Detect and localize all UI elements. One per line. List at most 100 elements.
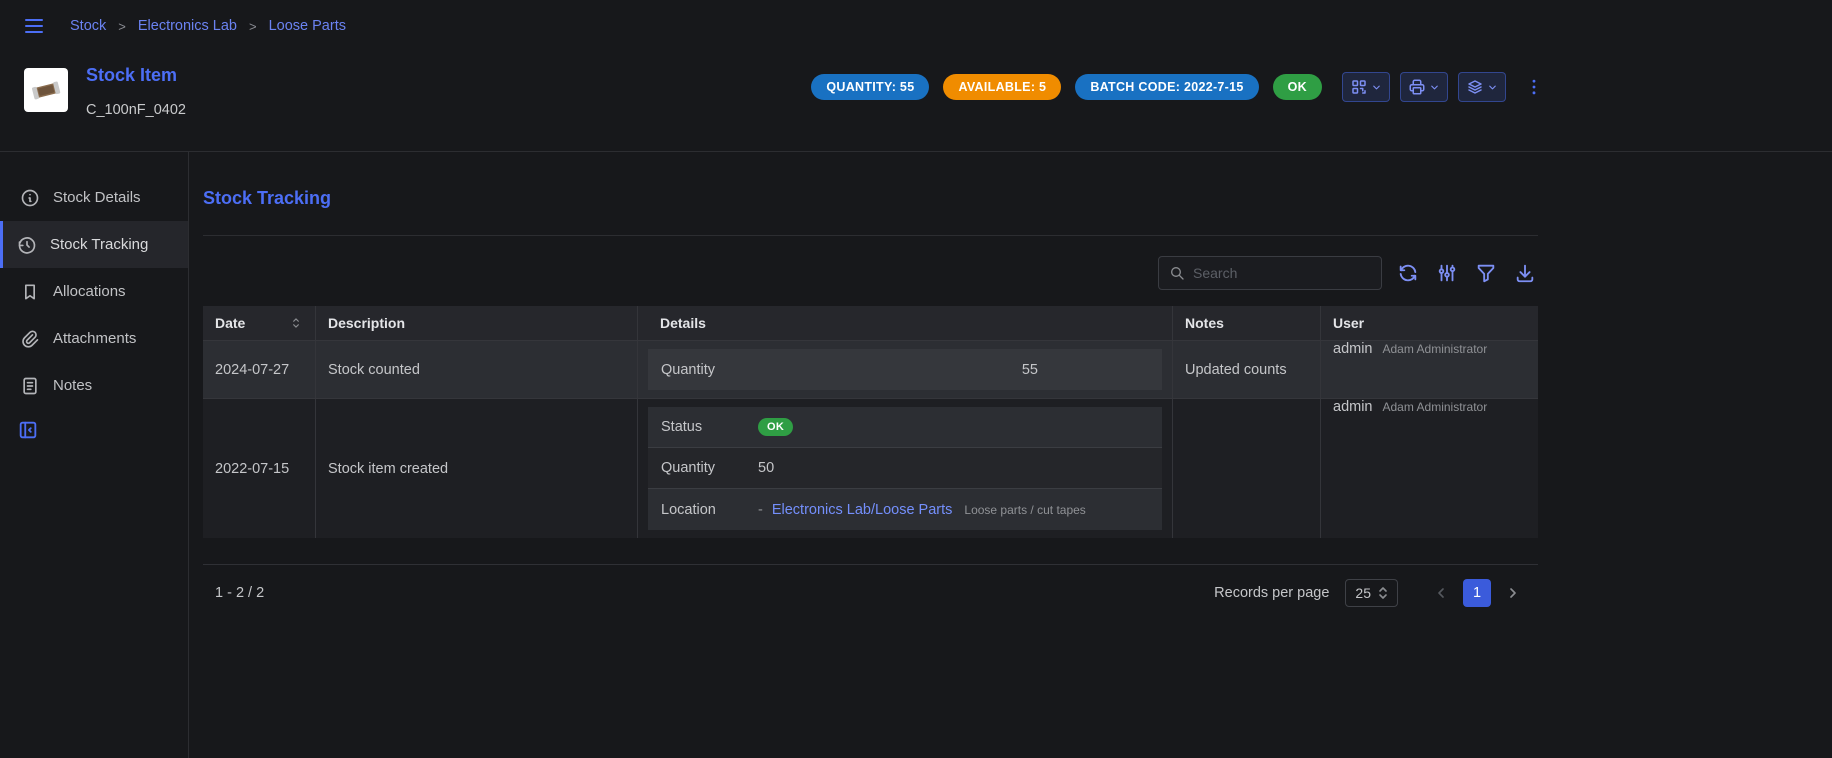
detail-label: Quantity [661,362,758,378]
location-note: Loose parts / cut tapes [964,503,1085,517]
top-bar: Stock > Electronics Lab > Loose Parts [0,0,1832,52]
breadcrumb-electronics-lab[interactable]: Electronics Lab [138,18,237,34]
user-full-name: Adam Administrator [1383,342,1488,356]
adjustments-icon[interactable] [1434,260,1460,286]
stock-actions-icon [1466,78,1484,96]
stock-actions-button[interactable] [1458,72,1506,102]
detail-row-quantity: Quantity 55 [648,349,1162,390]
breadcrumb-separator: > [118,19,126,34]
cell-date: 2022-07-15 [203,399,316,538]
printer-icon [1408,78,1426,96]
table-header-row: Date Description Details Notes User [203,306,1538,340]
sidebar-item-notes[interactable]: Notes [0,362,188,409]
cell-user: admin Adam Administrator [1321,341,1538,398]
col-header-date[interactable]: Date [203,306,316,340]
breadcrumb: Stock > Electronics Lab > Loose Parts [70,18,346,34]
cell-details: Status OK Quantity 50 Location - Electro… [638,399,1173,538]
sidebar-item-allocations[interactable]: Allocations [0,268,188,315]
capacitor-image [27,71,65,109]
breadcrumb-stock[interactable]: Stock [70,18,106,34]
col-header-user: User [1321,306,1538,340]
col-header-description: Description [316,306,638,340]
history-icon [17,235,37,255]
dash: - [758,502,763,518]
sidebar-item-label: Allocations [53,283,126,300]
panel-title: Stock Tracking [203,188,1538,209]
ok-status-badge: OK [758,418,793,436]
next-page-icon[interactable] [1500,580,1526,606]
header-actions [1342,72,1544,102]
prev-page-icon[interactable] [1428,580,1454,606]
sidebar-item-label: Notes [53,377,92,394]
sidebar-item-attachments[interactable]: Attachments [0,315,188,362]
chevron-down-icon [1429,82,1440,93]
col-header-details: Details [638,306,1173,340]
records-per-page-value: 25 [1355,585,1371,601]
cell-details: Quantity 55 [638,341,1173,398]
info-circle-icon [20,188,40,208]
notes-icon [20,376,40,396]
search-input[interactable] [1193,265,1374,281]
sidebar-item-stock-details[interactable]: Stock Details [0,174,188,221]
cell-date: 2024-07-27 [203,341,316,398]
paperclip-icon [20,329,40,349]
table-toolbar [203,256,1538,290]
page-subtitle: C_100nF_0402 [86,102,186,118]
page-header: Stock Item C_100nF_0402 QUANTITY: 55 AVA… [0,52,1832,152]
cell-user: admin Adam Administrator [1321,399,1538,538]
pagination: 1 [1428,579,1526,607]
sidebar-item-label: Stock Tracking [50,236,148,253]
chevron-down-icon [1371,82,1382,93]
user-full-name: Adam Administrator [1383,400,1488,414]
qrcode-icon [1350,78,1368,96]
refresh-icon[interactable] [1395,260,1421,286]
table-row: 2022-07-15 Stock item created Status OK … [203,398,1538,538]
batch-code-badge: BATCH CODE: 2022-7-15 [1075,74,1258,100]
sidebar-item-label: Attachments [53,330,136,347]
records-per-page-select[interactable]: 25 [1345,579,1398,607]
table-footer: 1 - 2 / 2 Records per page 25 1 [203,564,1538,620]
barcode-actions-button[interactable] [1342,72,1390,102]
chevron-down-icon [1487,82,1498,93]
table-row: 2024-07-27 Stock counted Quantity 55 Upd… [203,340,1538,398]
available-badge: AVAILABLE: 5 [943,74,1061,100]
record-range: 1 - 2 / 2 [215,585,264,601]
search-icon [1169,265,1185,281]
more-options-icon[interactable] [1524,77,1544,97]
detail-row-quantity: Quantity 50 [648,448,1162,489]
sidebar-item-stock-tracking[interactable]: Stock Tracking [0,221,188,268]
status-badges: QUANTITY: 55 AVAILABLE: 5 BATCH CODE: 20… [811,74,1322,100]
cell-description: Stock item created [316,399,638,538]
ok-status-badge: OK [1273,74,1322,100]
detail-label: Status [661,419,758,435]
print-actions-button[interactable] [1400,72,1448,102]
cell-notes: Updated counts [1173,341,1321,398]
title-block: Stock Item C_100nF_0402 [86,64,186,118]
location-link[interactable]: Electronics Lab/Loose Parts [772,502,953,518]
cell-notes [1173,399,1321,538]
username: admin [1333,341,1373,357]
records-per-page-label: Records per page [1214,585,1329,601]
breadcrumb-separator: > [249,19,257,34]
detail-row-status: Status OK [648,407,1162,448]
username: admin [1333,399,1373,415]
col-header-notes: Notes [1173,306,1321,340]
main-panel: Stock Tracking [203,152,1538,758]
bookmark-icon [20,282,40,302]
sidebar-collapse-icon[interactable] [17,419,188,441]
sort-icon [289,316,303,330]
sidebar-item-label: Stock Details [53,189,141,206]
menu-burger-icon[interactable] [22,14,46,38]
detail-value: 55 [758,362,1038,378]
detail-row-location: Location - Electronics Lab/Loose Parts L… [648,489,1162,530]
filter-icon[interactable] [1473,260,1499,286]
download-icon[interactable] [1512,260,1538,286]
stock-item-thumbnail[interactable] [24,68,68,112]
breadcrumb-loose-parts[interactable]: Loose Parts [269,18,346,34]
search-box [1158,256,1382,290]
detail-label: Location [661,502,758,518]
cell-description: Stock counted [316,341,638,398]
page-title: Stock Item [86,64,186,86]
page-number-button[interactable]: 1 [1463,579,1491,607]
quantity-badge: QUANTITY: 55 [811,74,929,100]
